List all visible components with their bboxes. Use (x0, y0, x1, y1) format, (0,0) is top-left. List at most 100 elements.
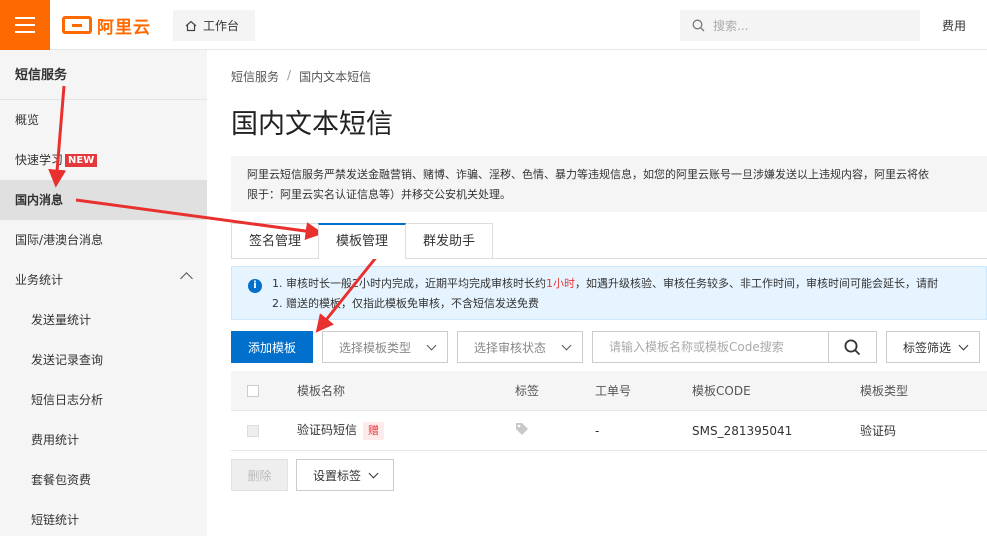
sidebar-item-package[interactable]: 套餐包资费 (0, 460, 207, 500)
gift-badge: 赠 (363, 422, 385, 440)
cell-ticket: - (595, 423, 600, 438)
table-header: 模板名称 标签 工单号 模板CODE 模板类型 (231, 371, 987, 411)
row-checkbox-cell (231, 424, 275, 437)
select-label: 选择审核状态 (474, 340, 547, 355)
main-content: 短信服务 / 国内文本短信 国内文本短信 阿里云短信服务严禁发送金融营销、赌博、… (207, 50, 987, 536)
info-line-2: 2. 赠送的模板，仅指此模板免审核，不含短信发送免费 (272, 297, 539, 310)
sidebar-item-label: 发送量统计 (31, 313, 92, 327)
col-template-code: 模板CODE (692, 384, 751, 398)
workbench-button[interactable]: 工作台 (173, 10, 255, 41)
aliyun-logo-icon (62, 16, 92, 34)
aliyun-logo[interactable]: 阿里云 (62, 13, 151, 38)
sidebar-item-label: 套餐包资费 (31, 473, 92, 487)
tab-bar: 签名管理 模板管理 群发助手 (231, 223, 494, 259)
header-checkbox-cell (231, 384, 275, 397)
info-icon: i (248, 279, 262, 293)
sidebar-item-label: 短链统计 (31, 513, 80, 527)
template-search-input[interactable] (592, 331, 828, 363)
tab-bulk-send[interactable]: 群发助手 (405, 223, 494, 259)
sidebar-item-shortlink[interactable]: 短链统计 (0, 500, 207, 540)
select-all-checkbox[interactable] (247, 384, 259, 397)
info-line-1: 1. 审核时长一般2小时内完成，近期平均完成审核时长约1小时，如遇升级核验、审核… (272, 274, 974, 294)
menu-button[interactable] (0, 0, 50, 50)
col-template-type: 模板类型 (860, 384, 909, 398)
sidebar-item-domestic[interactable]: 国内消息 (0, 180, 207, 220)
sidebar-item-label: 业务统计 (15, 273, 64, 287)
col-tag: 标签 (515, 384, 540, 398)
template-search-button[interactable] (828, 331, 877, 363)
chevron-down-icon (561, 340, 572, 351)
sidebar-item-send-volume[interactable]: 发送量统计 (0, 300, 207, 340)
fee-link[interactable]: 费用 (942, 17, 966, 34)
template-toolbar: 添加模板 选择模板类型 选择审核状态 标签筛选 (231, 331, 981, 363)
select-label: 选择模板类型 (339, 340, 412, 355)
cell-template-code: SMS_281395041 (692, 423, 793, 438)
cell-template-type: 验证码 (860, 424, 897, 438)
review-status-select[interactable]: 选择审核状态 (457, 331, 583, 363)
set-tag-label: 设置标签 (313, 468, 362, 483)
logo-text: 阿里云 (97, 17, 151, 38)
sidebar-item-quick-learn[interactable]: 快速学习 NEW (0, 140, 207, 180)
template-type-select[interactable]: 选择模板类型 (322, 331, 448, 363)
global-search[interactable] (680, 10, 920, 41)
menu-icon-line (15, 31, 35, 33)
sidebar-item-label: 发送记录查询 (31, 353, 104, 367)
breadcrumb: 短信服务 / 国内文本短信 (231, 68, 371, 85)
sidebar-item-label: 费用统计 (31, 433, 80, 447)
breadcrumb-item-current: 国内文本短信 (299, 70, 372, 84)
bulk-actions: 删除 设置标签 (231, 459, 394, 491)
notice-line-1: 阿里云短信服务严禁发送金融营销、赌博、诈骗、淫秽、色情、暴力等违规信息，如您的阿… (247, 168, 929, 181)
sidebar-item-log-analysis[interactable]: 短信日志分析 (0, 380, 207, 420)
tab-signature[interactable]: 签名管理 (231, 223, 320, 259)
sidebar-item-label: 概览 (15, 113, 40, 127)
delete-button[interactable]: 删除 (231, 459, 288, 491)
template-name: 验证码短信 (297, 423, 358, 437)
sidebar: 短信服务 概览 快速学习 NEW 国内消息 国际/港澳台消息 业务统计 发送量统计… (0, 50, 207, 536)
breadcrumb-separator: / (287, 68, 292, 82)
tag-filter-dropdown[interactable]: 标签筛选 (886, 331, 981, 363)
sidebar-item-overview[interactable]: 概览 (0, 100, 207, 140)
home-icon (185, 20, 197, 31)
sidebar-item-international[interactable]: 国际/港澳台消息 (0, 220, 207, 260)
search-icon (692, 19, 705, 32)
menu-icon-line (15, 24, 35, 26)
tab-template[interactable]: 模板管理 (318, 223, 407, 259)
sidebar-item-label: 快速学习 (15, 153, 64, 167)
set-tag-button[interactable]: 设置标签 (296, 459, 394, 491)
cell-tag (515, 422, 595, 439)
sidebar-item-send-records[interactable]: 发送记录查询 (0, 340, 207, 380)
notice-line-2: 限于：阿里云实名认证信息等）并移交公安机关处理。 (247, 188, 511, 201)
chevron-up-icon (180, 272, 193, 285)
chevron-down-icon (368, 468, 379, 479)
chevron-down-icon (426, 340, 437, 351)
sidebar-item-label: 短信日志分析 (31, 393, 104, 407)
new-badge: NEW (65, 154, 98, 167)
breadcrumb-item-sms[interactable]: 短信服务 (231, 68, 279, 85)
cell-template-name: 验证码短信赠 (275, 421, 515, 440)
sidebar-item-fee-stats[interactable]: 费用统计 (0, 420, 207, 460)
tag-icon[interactable] (515, 422, 529, 436)
sidebar-item-label: 国内消息 (15, 193, 64, 207)
sidebar-item-label: 国际/港澳台消息 (15, 233, 104, 247)
info-text: ，如遇升级核验、审核任务较多、非工作时间，审核时间可能会延长，请耐 (575, 277, 938, 290)
tag-filter-label: 标签筛选 (903, 340, 952, 355)
search-icon (844, 339, 861, 355)
page-title: 国内文本短信 (231, 109, 393, 140)
top-bar: 阿里云 工作台 费用 (0, 0, 987, 50)
menu-icon-line (15, 17, 35, 19)
row-checkbox[interactable] (247, 424, 259, 437)
col-template-name: 模板名称 (297, 384, 346, 398)
add-template-button[interactable]: 添加模板 (231, 331, 313, 363)
compliance-notice: 阿里云短信服务严禁发送金融营销、赌博、诈骗、淫秽、色情、暴力等违规信息，如您的阿… (231, 156, 987, 212)
global-search-input[interactable] (713, 18, 903, 33)
table-row: 验证码短信赠 - SMS_281395041 验证码 (231, 411, 987, 451)
sidebar-item-business-stats[interactable]: 业务统计 (0, 260, 207, 300)
template-table: 模板名称 标签 工单号 模板CODE 模板类型 验证码短信赠 - SMS_281… (231, 371, 987, 451)
chevron-down-icon (958, 340, 969, 351)
review-info-box: i 1. 审核时长一般2小时内完成，近期平均完成审核时长约1小时，如遇升级核验、… (231, 266, 987, 320)
info-highlight: 1小时 (546, 277, 575, 290)
sidebar-title: 短信服务 (0, 50, 207, 100)
col-ticket: 工单号 (595, 384, 632, 398)
info-text: 1. 审核时长一般2小时内完成，近期平均完成审核时长约 (272, 277, 546, 290)
workbench-label: 工作台 (203, 19, 240, 33)
